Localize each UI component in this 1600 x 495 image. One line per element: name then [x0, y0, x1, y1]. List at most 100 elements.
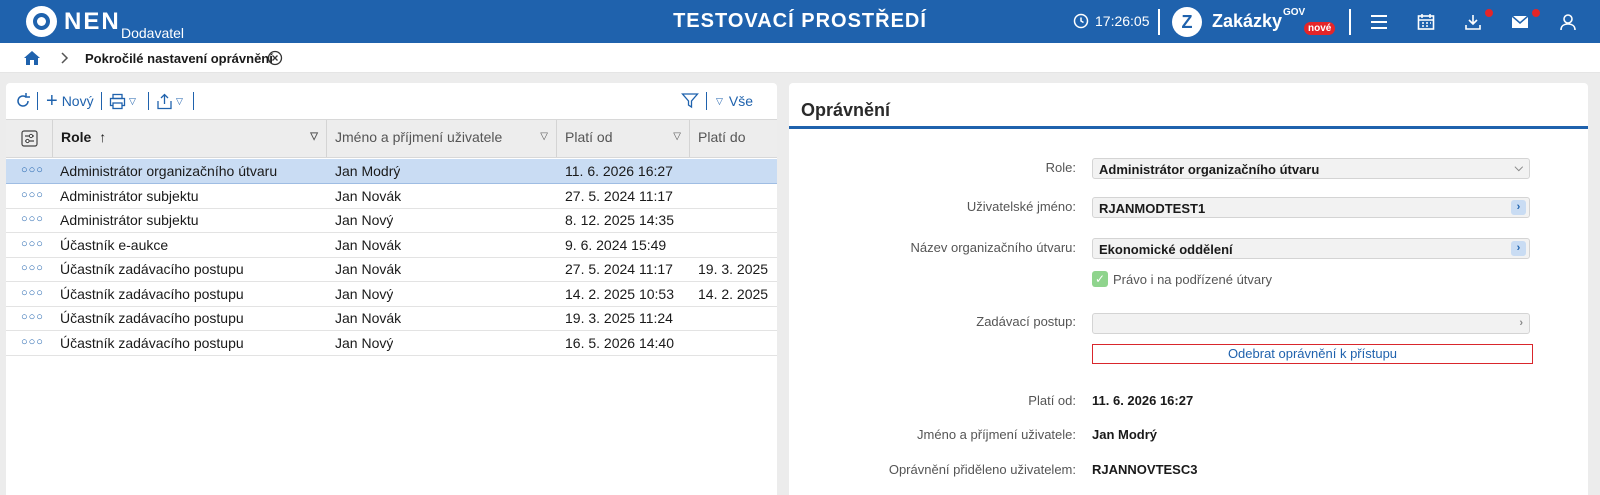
row-actions-icon[interactable]: ○○○	[21, 311, 44, 323]
menu-icon[interactable]	[1369, 12, 1389, 32]
column-settings-button[interactable]	[6, 120, 53, 157]
table-row[interactable]: ○○○ Účastník zadávacího postupu Jan Novák 2…	[6, 257, 777, 282]
brand-subtitle: Dodavatel	[121, 25, 185, 41]
zakazky-link[interactable]: Zakázky	[1212, 11, 1282, 32]
cell-to: 14. 2. 2025	[698, 285, 769, 302]
role-select-value: Administrátor organizačního útvaru	[1099, 162, 1320, 177]
org-unit-field[interactable]: Ekonomické oddělení ›	[1092, 238, 1530, 259]
home-icon[interactable]	[23, 49, 41, 67]
table-row[interactable]: ○○○ Účastník e-aukce Jan Novák 9. 6. 2024 1…	[6, 233, 777, 258]
cell-role: Účastník zadávacího postupu	[60, 334, 244, 351]
column-header-valid-to[interactable]: Platí do	[690, 120, 777, 157]
column-header-name-label: Jméno a příjmení uživatele	[335, 129, 503, 145]
breadcrumb: Pokročilé nastavení oprávnění	[0, 43, 1600, 73]
table-row[interactable]: ○○○ Účastník zadávacího postupu Jan Nový 16…	[6, 331, 777, 356]
cell-role: Účastník e-aukce	[60, 236, 169, 253]
row-actions-icon[interactable]: ○○○	[21, 189, 44, 201]
column-header-valid-from[interactable]: Platí od ▽	[557, 120, 690, 157]
chevron-right-icon[interactable]: ›	[1511, 241, 1526, 256]
row-actions-icon[interactable]: ○○○	[21, 287, 44, 299]
brand-name[interactable]: NEN	[64, 8, 121, 36]
cell-to: 19. 3. 2025	[698, 261, 769, 277]
printer-icon	[109, 93, 126, 109]
chevron-down-icon: ⌵	[1514, 162, 1523, 174]
share-icon	[157, 93, 172, 109]
download-notification-dot	[1485, 9, 1493, 17]
chevron-right-icon: ›	[1519, 317, 1523, 329]
cell-role: Účastník zadávacího postupu	[60, 285, 244, 302]
grid-header: Role ↑ ▽ Jméno a příjmení uživatele ▽ Pl…	[6, 119, 777, 158]
plus-icon: +	[46, 90, 58, 112]
row-actions-icon[interactable]: ○○○	[21, 262, 44, 274]
subunits-checkbox[interactable]: ✓	[1092, 271, 1108, 287]
column-header-name[interactable]: Jméno a příjmení uživatele ▽	[327, 120, 557, 157]
table-row[interactable]: ○○○ Účastník zadávacího postupu Jan Novák 1…	[6, 306, 777, 331]
chevron-down-icon: ▽	[129, 95, 136, 106]
export-button[interactable]: ▽	[156, 91, 183, 111]
chevron-down-icon[interactable]: ▽	[673, 131, 681, 142]
cell-from: 19. 3. 2025 11:24	[565, 310, 673, 326]
download-icon[interactable]	[1463, 12, 1483, 32]
zakazky-logo-icon[interactable]: Z	[1172, 7, 1202, 37]
role-select[interactable]: Administrátor organizačního útvaru ⌵	[1092, 158, 1530, 179]
table-row[interactable]: ○○○ Účastník zadávacího postupu Jan Nový 14…	[6, 282, 777, 307]
row-actions-icon[interactable]: ○○○	[21, 164, 44, 176]
filter-icon[interactable]	[681, 91, 699, 111]
cell-name: Jan Nový	[335, 334, 394, 351]
mail-icon[interactable]	[1510, 12, 1530, 32]
column-header-role[interactable]: Role ↑ ▽	[53, 120, 327, 157]
cell-role: Účastník zadávacího postupu	[60, 310, 244, 326]
toolbar-separator	[148, 92, 149, 110]
cell-name: Jan Novák	[335, 310, 402, 326]
row-actions-icon[interactable]: ○○○	[21, 336, 44, 348]
cell-from: 16. 5. 2026 14:40	[565, 334, 674, 351]
top-bar: NEN Dodavatel TESTOVACÍ PROSTŘEDÍ 17:26:…	[0, 0, 1600, 43]
toolbar-separator	[101, 92, 102, 110]
org-unit-value: Ekonomické oddělení	[1099, 242, 1233, 257]
row-actions-icon[interactable]: ○○○	[21, 238, 44, 250]
table-row[interactable]: ○○○ Administrátor organizačního útvaru Jan…	[6, 159, 777, 184]
toolbar-separator	[193, 92, 194, 110]
org-unit-label: Název organizačního útvaru:	[910, 240, 1076, 255]
cell-from: 27. 5. 2024 11:17	[565, 261, 673, 277]
chevron-down-icon[interactable]: ▽	[540, 131, 548, 142]
fullname-label: Jméno a příjmení uživatele:	[917, 427, 1076, 442]
chevron-down-icon[interactable]: ▽	[310, 131, 318, 142]
content-area: + Nový ▽ ▽ ▽ Vše Role ↑ ▽ Jméno a příjme…	[0, 73, 1600, 495]
nen-logo[interactable]	[26, 6, 57, 37]
arrow-up-icon: ↑	[99, 129, 107, 145]
cell-name: Jan Novák	[335, 261, 402, 277]
filter-select[interactable]: ▽ Vše	[716, 91, 753, 111]
column-header-role-label: Role	[61, 129, 92, 145]
refresh-icon[interactable]	[14, 91, 32, 111]
toolbar-separator	[706, 92, 707, 110]
row-actions-icon[interactable]: ○○○	[21, 213, 44, 225]
table-row[interactable]: ○○○ Administrátor subjektu Jan Novák 27. 5.…	[6, 184, 777, 209]
cell-name: Jan Nový	[335, 285, 394, 302]
zakazky-gov: GOV	[1283, 7, 1306, 18]
divider	[1158, 9, 1160, 35]
print-button[interactable]: ▽	[109, 91, 136, 111]
cell-role: Administrátor organizačního útvaru	[60, 163, 278, 179]
calendar-icon[interactable]	[1416, 12, 1436, 32]
username-value: RJANMODTEST1	[1099, 201, 1206, 216]
role-label: Role:	[1045, 160, 1076, 175]
username-field[interactable]: RJANMODTEST1 ›	[1092, 197, 1530, 218]
close-icon[interactable]	[267, 50, 283, 66]
chevron-right-icon[interactable]: ›	[1511, 200, 1526, 215]
procedure-field[interactable]: ›	[1092, 313, 1530, 334]
assigned-by-label: Oprávnění přiděleno uživatelem:	[888, 462, 1076, 477]
user-icon[interactable]	[1558, 12, 1578, 32]
mail-notification-dot	[1532, 9, 1540, 17]
toolbar-separator	[37, 92, 38, 110]
title-underline	[789, 126, 1588, 129]
revoke-access-button[interactable]: Odebrat oprávnění k přístupu	[1092, 344, 1533, 364]
cell-from: 9. 6. 2024 15:49	[565, 236, 667, 253]
cell-from: 8. 12. 2025 14:35	[565, 212, 674, 228]
table-row[interactable]: ○○○ Administrátor subjektu Jan Nový 8. 12. …	[6, 208, 777, 233]
grid-toolbar: + Nový ▽ ▽ ▽ Vše	[6, 83, 777, 119]
cell-role: Administrátor subjektu	[60, 212, 199, 228]
new-button[interactable]: + Nový	[46, 91, 94, 111]
cell-from: 11. 6. 2026 16:27	[565, 163, 673, 179]
valid-from-label: Platí od:	[1028, 393, 1076, 408]
